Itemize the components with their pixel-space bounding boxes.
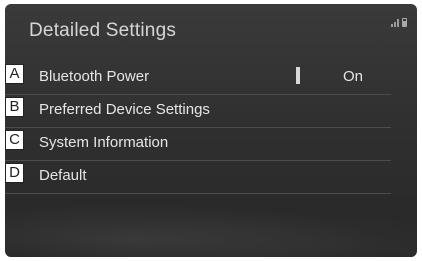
preferred-device-settings-label: Preferred Device Settings xyxy=(39,101,210,118)
settings-screen: Detailed Settings Bluetooth Power On Pre… xyxy=(5,4,417,257)
system-information-row[interactable]: System Information xyxy=(5,128,391,161)
battery-icon xyxy=(402,18,407,27)
callout-label-a: A xyxy=(5,64,24,84)
settings-list: Bluetooth Power On Preferred Device Sett… xyxy=(5,62,417,194)
preferred-device-settings-row[interactable]: Preferred Device Settings xyxy=(5,95,391,128)
value-indicator-bar xyxy=(296,67,300,84)
callout-label-c: C xyxy=(5,130,24,150)
default-label: Default xyxy=(39,167,87,184)
signal-icon xyxy=(391,19,399,27)
bluetooth-power-row[interactable]: Bluetooth Power On xyxy=(5,62,391,95)
callout-label-b: B xyxy=(5,97,24,117)
bluetooth-power-value: On xyxy=(343,68,364,85)
system-information-label: System Information xyxy=(39,134,169,151)
bluetooth-power-label: Bluetooth Power xyxy=(39,68,150,85)
callout-label-d: D xyxy=(5,163,24,183)
page-title: Detailed Settings xyxy=(29,20,177,41)
status-indicators xyxy=(391,18,407,27)
default-row[interactable]: Default xyxy=(5,161,391,194)
